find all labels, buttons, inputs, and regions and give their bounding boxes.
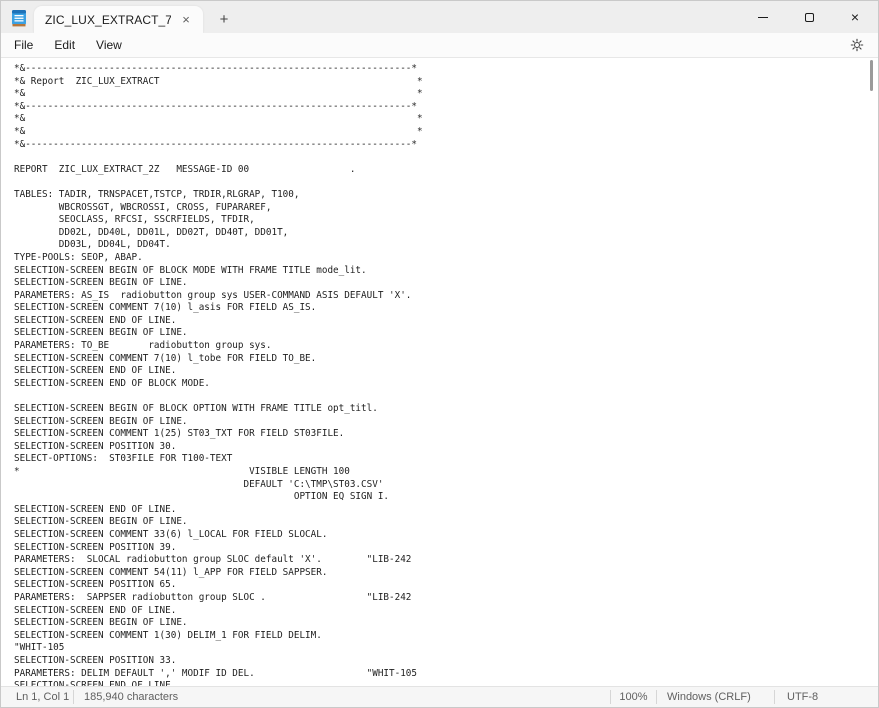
menu-bar: File Edit View (1, 33, 878, 57)
encoding: UTF-8 (775, 687, 878, 707)
character-count: 185,940 characters (74, 687, 178, 707)
tab-close-icon[interactable]: × (177, 11, 195, 29)
text-editor[interactable]: *&--------------------------------------… (1, 57, 878, 686)
close-button[interactable]: × (832, 1, 878, 33)
minimize-button[interactable] (740, 1, 786, 33)
menu-view[interactable]: View (87, 35, 131, 55)
vertical-scrollbar-thumb[interactable] (870, 60, 873, 91)
close-icon: × (851, 10, 859, 24)
maximize-button[interactable] (786, 1, 832, 33)
zoom-level: 100% (611, 687, 656, 707)
maximize-icon (805, 13, 814, 22)
notepad-app-icon (11, 9, 27, 27)
menu-edit[interactable]: Edit (45, 35, 84, 55)
minimize-icon (758, 17, 768, 18)
new-tab-button[interactable]: + (211, 7, 237, 31)
notepad-window: ZIC_LUX_EXTRACT_700.txt × + × File Edit … (0, 0, 879, 708)
window-controls: × (740, 1, 878, 33)
gear-icon (850, 38, 864, 52)
status-bar: Ln 1, Col 1 185,940 characters 100% Wind… (1, 686, 878, 707)
tab-active[interactable]: ZIC_LUX_EXTRACT_700.txt × (34, 6, 203, 33)
cursor-position: Ln 1, Col 1 (1, 687, 73, 707)
document-text[interactable]: *&--------------------------------------… (1, 58, 878, 686)
title-bar: ZIC_LUX_EXTRACT_700.txt × + × (1, 1, 878, 33)
settings-button[interactable] (843, 34, 871, 56)
tab-title: ZIC_LUX_EXTRACT_700.txt (45, 13, 171, 27)
status-right-group: 100% Windows (CRLF) UTF-8 (610, 687, 878, 707)
menu-file[interactable]: File (5, 35, 42, 55)
line-ending: Windows (CRLF) (657, 687, 774, 707)
